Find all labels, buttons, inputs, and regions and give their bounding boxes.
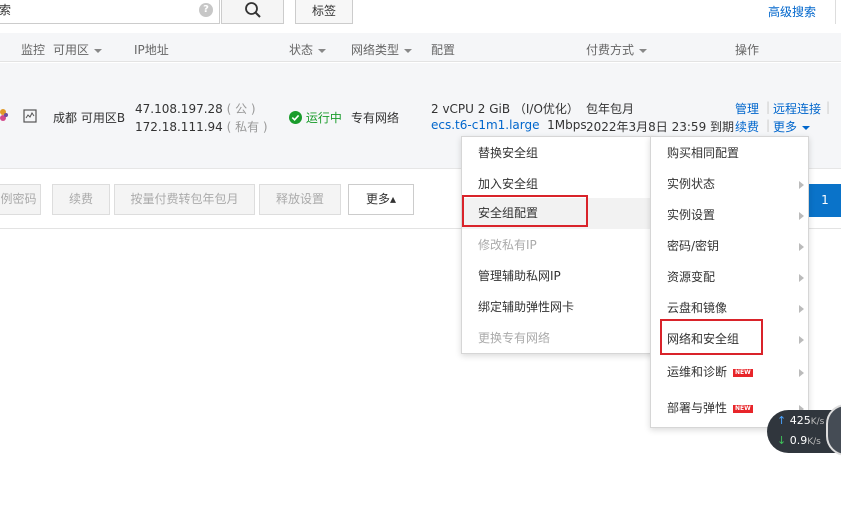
chevron-right-icon <box>799 274 804 282</box>
chevron-down-icon <box>318 48 327 53</box>
renew-link[interactable]: 续费 <box>735 118 759 135</box>
menu-item-instance-status[interactable]: 实例状态 <box>651 169 808 200</box>
chevron-right-icon <box>799 212 804 220</box>
page-number[interactable]: 1 <box>809 184 841 217</box>
chevron-right-icon <box>799 336 804 344</box>
header-ip: IP地址 <box>134 43 169 57</box>
header-status[interactable]: 状态 <box>289 41 327 58</box>
public-ip-value: 47.108.197.28 <box>135 102 223 116</box>
menu-item-manage-secondary-ip[interactable]: 管理辅助私网IP <box>462 261 653 292</box>
chevron-right-icon <box>799 181 804 189</box>
divider <box>835 0 836 24</box>
header-status-label: 状态 <box>289 43 314 57</box>
menu-item-label: 密码/密钥 <box>667 239 720 253</box>
check-circle-icon <box>289 111 302 124</box>
bandwidth-value: 1Mbps <box>547 118 587 132</box>
public-ip[interactable]: 47.108.197.28 ( 公 ) <box>135 100 256 117</box>
manage-link[interactable]: 管理 <box>735 100 759 117</box>
arrow-up-icon: ↑ <box>777 414 787 427</box>
chevron-right-icon <box>799 305 804 313</box>
instance-type: ecs.t6-c1m1.large 1Mbps <box>431 118 587 132</box>
menu-item-replace-security-group[interactable]: 替换安全组 <box>462 138 653 169</box>
release-settings-button[interactable]: 释放设置 <box>259 184 341 215</box>
highlight-box <box>462 195 588 227</box>
header-monitor: 监控 <box>21 43 46 57</box>
flower-icon <box>0 109 8 121</box>
speed-unit: K/s <box>810 417 825 427</box>
zone-value: 成都 可用区B <box>53 111 126 125</box>
more-link[interactable]: 更多 <box>773 118 811 135</box>
menu-item-label: 资源变配 <box>667 270 716 284</box>
table-header: 监控 可用区 IP地址 状态 网络类型 配置 付费方式 操作 <box>0 33 841 62</box>
chevron-down-icon <box>639 48 648 53</box>
renew-button[interactable]: 续费 <box>52 184 110 215</box>
download-value: 0.9 <box>789 434 808 447</box>
menu-item-bind-eni[interactable]: 绑定辅助弹性网卡 <box>462 292 653 323</box>
menu-item-modify-private-ip: 修改私有IP <box>478 238 537 252</box>
action-separator: | <box>766 100 771 114</box>
chevron-right-icon <box>799 243 804 251</box>
action-separator: | <box>826 100 831 114</box>
menu-item-change-vpc: 更换专有网络 <box>478 331 551 345</box>
private-ip-tag: ( 私有 ) <box>226 120 268 134</box>
status-badge: 运行中 <box>289 109 342 126</box>
menu-item-ops-diagnosis[interactable]: 运维和诊断 NEW <box>651 357 808 388</box>
private-ip[interactable]: 172.18.111.94 ( 私有 ) <box>135 118 268 135</box>
chevron-down-icon <box>404 48 413 53</box>
spec-value: 2 vCPU 2 GiB （I/O优化） <box>431 102 579 116</box>
chevron-down-icon <box>94 48 103 53</box>
public-ip-tag: ( 公 ) <box>226 102 256 116</box>
header-zone[interactable]: 可用区 <box>53 41 103 58</box>
more-button[interactable]: 更多▴ <box>348 184 414 215</box>
status-text: 运行中 <box>305 111 342 125</box>
more-menu: 购买相同配置 实例状态 实例设置 密码/密钥 资源变配 云盘和镜像 网络和安全组… <box>650 136 809 428</box>
action-separator: | <box>766 118 771 132</box>
expiry-date: 2022年3月8日 23:59 到期 <box>586 120 735 134</box>
menu-item-label: 云盘和镜像 <box>667 301 728 315</box>
speed-unit: K/s <box>807 437 821 447</box>
search-button[interactable] <box>221 0 284 24</box>
upload-value: 425 <box>789 414 811 427</box>
menu-item-buy-same[interactable]: 购买相同配置 <box>651 138 808 169</box>
billing-type: 包年包月 <box>586 102 635 116</box>
help-icon[interactable]: ? <box>199 3 213 17</box>
header-billing-label: 付费方式 <box>586 43 635 57</box>
menu-item-instance-settings[interactable]: 实例设置 <box>651 200 808 231</box>
header-actions: 操作 <box>735 43 760 57</box>
new-badge: NEW <box>733 404 753 413</box>
download-speed: ↓ 0.9K/s <box>777 434 821 447</box>
search-input-text: 索 <box>0 3 12 17</box>
more-link-label: 更多 <box>773 120 798 134</box>
menu-item-label: 部署与弹性 <box>667 401 728 415</box>
highlight-box <box>660 319 763 355</box>
private-ip-value: 172.18.111.94 <box>135 120 223 134</box>
menu-item-password-key[interactable]: 密码/密钥 <box>651 231 808 262</box>
network-value: 专有网络 <box>351 111 400 125</box>
advanced-search-link[interactable]: 高级搜索 <box>768 3 816 20</box>
reset-password-button[interactable]: 例密码 <box>0 184 41 215</box>
security-submenu: 替换安全组 加入安全组 安全组配置 修改私有IP 管理辅助私网IP 绑定辅助弹性… <box>461 136 654 354</box>
menu-item-label: 实例状态 <box>667 177 716 191</box>
convert-billing-button[interactable]: 按量付费转包年包月 <box>114 184 255 215</box>
menu-item-label: 实例设置 <box>667 208 716 222</box>
remote-connect-link[interactable]: 远程连接 <box>773 100 821 117</box>
tag-button[interactable]: 标签 <box>295 0 353 24</box>
new-badge: NEW <box>733 368 753 377</box>
menu-item-resize[interactable]: 资源变配 <box>651 262 808 293</box>
instance-type-link[interactable]: ecs.t6-c1m1.large <box>431 118 540 132</box>
header-config: 配置 <box>431 43 456 57</box>
chevron-right-icon <box>799 369 804 377</box>
upload-speed: ↑ 425K/s <box>777 414 824 427</box>
menu-item-label: 运维和诊断 <box>667 365 728 379</box>
arrow-down-icon: ↓ <box>777 434 787 447</box>
header-zone-label: 可用区 <box>53 43 90 57</box>
search-input[interactable]: 索 <box>0 0 220 24</box>
header-billing[interactable]: 付费方式 <box>586 41 648 58</box>
header-network-type[interactable]: 网络类型 <box>351 41 413 58</box>
monitor-icon[interactable] <box>23 109 37 123</box>
chevron-down-icon <box>802 125 811 130</box>
search-icon <box>245 2 261 18</box>
header-network-label: 网络类型 <box>351 43 400 57</box>
